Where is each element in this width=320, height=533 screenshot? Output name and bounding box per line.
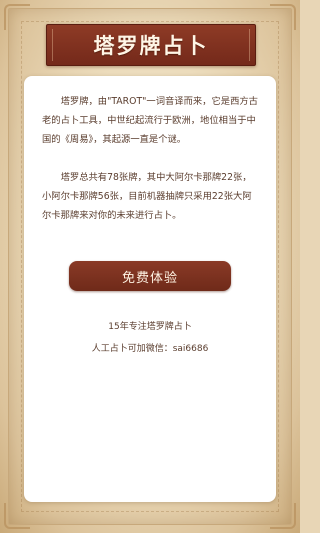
free-trial-button[interactable]: 免费体验 (69, 261, 231, 291)
tagline-text: 15年专注塔罗牌占卜 (108, 322, 192, 332)
wechat-contact-text: 人工占卜可加微信：sai6686 (91, 344, 209, 354)
parchment-background: 塔罗牌占卜 塔罗牌，由"TAROT"一词音译而来，它是西方古老的占卜工具，中世纪… (0, 0, 300, 533)
corner-ornament (4, 4, 30, 30)
page-title: 塔罗牌占卜 (93, 34, 209, 58)
corner-ornament (4, 503, 30, 529)
title-banner: 塔罗牌占卜 (46, 24, 256, 66)
intro-paragraph-origin: 塔罗牌，由"TAROT"一词音译而来，它是西方古老的占卜工具，中世纪起流行于欧洲… (42, 96, 258, 145)
corner-ornament (270, 503, 296, 529)
intro-paragraph-cards: 塔罗总共有78张牌，其中大阿尔卡那牌22张，小阿尔卡那牌56张，目前机器抽牌只采… (42, 172, 252, 221)
content-card: 塔罗牌，由"TAROT"一词音译而来，它是西方古老的占卜工具，中世纪起流行于欧洲… (24, 76, 276, 502)
corner-ornament (270, 4, 296, 30)
